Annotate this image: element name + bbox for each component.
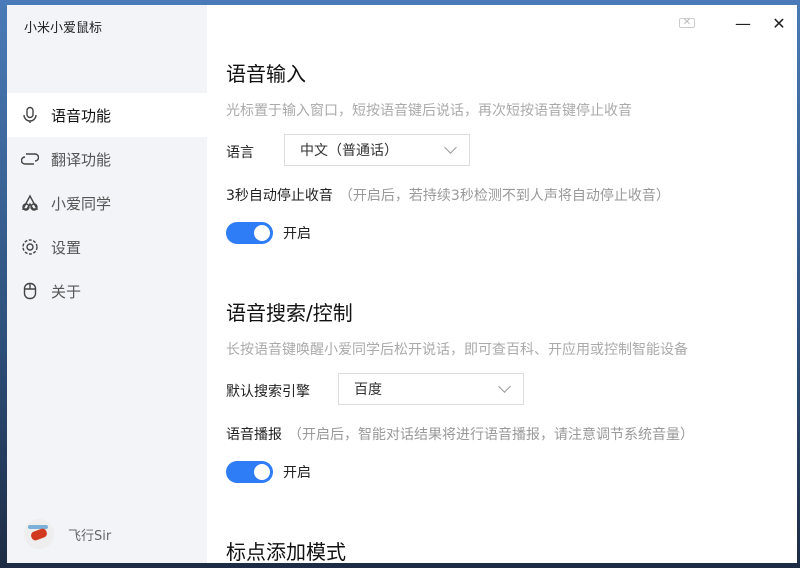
microphone-icon — [23, 106, 37, 123]
xiaoai-icon — [21, 194, 39, 211]
close-button[interactable]: ✕ — [761, 14, 797, 33]
auto-stop-label: 3秒自动停止收音 — [226, 188, 333, 204]
broadcast-note: （开启后，智能对话结果将进行语音播报，请注意调节系统音量） — [288, 427, 694, 443]
section-title-voice-input: 语音输入 — [226, 62, 306, 86]
language-label: 语言 — [226, 145, 254, 161]
auto-stop-toggle-row: 开启 — [226, 222, 311, 244]
broadcast-toggle[interactable] — [226, 461, 273, 483]
avatar — [24, 519, 54, 549]
search-engine-select[interactable]: 百度 — [338, 373, 524, 405]
window-controls: ✕ — ✕ — [679, 5, 797, 41]
chevron-down-icon — [444, 141, 457, 154]
sidebar-item-label: 设置 — [51, 238, 82, 257]
language-select[interactable]: 中文（普通话） — [284, 134, 470, 166]
broadcast-row: 语音播报 （开启后，智能对话结果将进行语音播报，请注意调节系统音量） — [226, 424, 694, 444]
toggle-label: 开启 — [283, 226, 311, 242]
mouse-icon — [23, 282, 37, 300]
section-title-voice-search: 语音搜索/控制 — [226, 301, 353, 325]
loop-icon — [21, 153, 39, 165]
sidebar-item-xiaoai[interactable]: 小爱同学 — [7, 181, 207, 225]
voice-input-desc: 光标置于输入窗口，短按语音键后说话，再次短按语音键停止收音 — [226, 103, 632, 119]
minimize-button[interactable]: — — [725, 14, 761, 33]
auto-stop-toggle[interactable] — [226, 222, 273, 244]
sidebar-item-translate[interactable]: 翻译功能 — [7, 137, 207, 181]
section-title-punctuation: 标点添加模式 — [226, 540, 346, 563]
engine-label: 默认搜索引擎 — [226, 384, 310, 400]
user-profile[interactable]: 飞行Sir — [24, 519, 111, 549]
broadcast-toggle-row: 开启 — [226, 461, 311, 483]
sidebar-nav: 语音功能 翻译功能 小爱同学 设置 关于 — [7, 93, 207, 313]
sidebar-item-about[interactable]: 关于 — [7, 269, 207, 313]
auto-stop-row: 3秒自动停止收音 （开启后，若持续3秒检测不到人声将自动停止收音） — [226, 185, 670, 205]
language-value: 中文（普通话） — [300, 143, 398, 159]
sidebar-item-label: 关于 — [51, 282, 82, 301]
sidebar: 小米小爱鼠标 语音功能 翻译功能 小爱同学 设置 关于 飞行Sir — [7, 5, 207, 563]
sidebar-item-label: 小爱同学 — [51, 194, 112, 213]
broadcast-label: 语音播报 — [226, 427, 282, 443]
gear-icon — [22, 239, 38, 255]
auto-stop-note: （开启后，若持续3秒检测不到人声将自动停止收音） — [338, 188, 670, 204]
engine-value: 百度 — [354, 382, 382, 398]
app-title: 小米小爱鼠标 — [24, 21, 103, 36]
sidebar-item-label: 语音功能 — [51, 106, 112, 125]
app-window: 小米小爱鼠标 语音功能 翻译功能 小爱同学 设置 关于 飞行Sir ✕ — ✕ … — [7, 5, 797, 563]
sidebar-item-settings[interactable]: 设置 — [7, 225, 207, 269]
sidebar-item-label: 翻译功能 — [51, 150, 112, 169]
user-name: 飞行Sir — [68, 528, 112, 544]
voice-search-desc: 长按语音键唤醒小爱同学后松开说话，即可查百科、开应用或控制智能设备 — [226, 342, 688, 358]
sidebar-item-voice[interactable]: 语音功能 — [7, 93, 207, 137]
battery-icon: ✕ — [679, 18, 695, 28]
toggle-label: 开启 — [283, 465, 311, 481]
chevron-down-icon — [498, 380, 511, 393]
